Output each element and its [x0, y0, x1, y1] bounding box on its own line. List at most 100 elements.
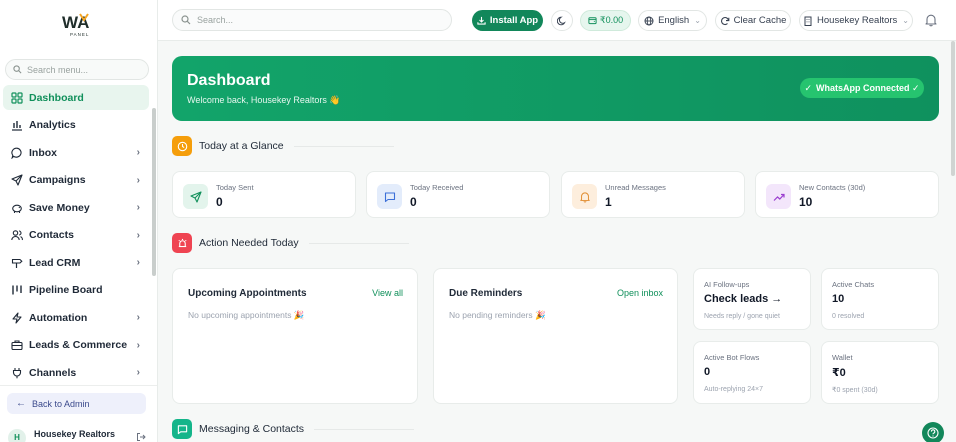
send-icon	[183, 184, 208, 209]
download-icon	[477, 16, 486, 25]
main-scrollbar[interactable]	[951, 41, 955, 176]
sidebar-item-inbox[interactable]: Inbox ›	[3, 140, 149, 165]
page-title: Dashboard	[187, 72, 271, 89]
ai-follow-ups-card[interactable]: AI Follow-ups Check leads → Needs reply …	[693, 268, 811, 330]
sidebar-item-dashboard[interactable]: Dashboard	[3, 85, 149, 110]
bell-icon[interactable]	[924, 13, 938, 27]
chevron-down-icon: ⌄	[694, 16, 701, 25]
top-bar: Search... Install App ₹0.00 English ⌄ Cl…	[158, 0, 956, 41]
sidebar-nav: Dashboard Analytics Inbox › Campaigns › …	[3, 85, 149, 388]
user-name: Housekey Realtors	[34, 429, 116, 439]
sidebar-item-label: Channels	[29, 366, 77, 379]
back-to-admin-button[interactable]: ← Back to Admin	[7, 393, 146, 414]
sidebar-item-channels[interactable]: Channels ›	[3, 360, 149, 385]
section-divider	[314, 428, 415, 430]
chevron-right-icon: ›	[136, 367, 140, 378]
empty-state-text: No pending reminders 🎉	[449, 310, 546, 320]
bell-icon	[572, 184, 597, 209]
organization-select[interactable]: Housekey Realtors ⌄	[799, 10, 913, 31]
organization-name: Housekey Realtors	[817, 15, 898, 26]
stat-value: 0	[410, 195, 417, 209]
chevron-right-icon: ›	[136, 202, 140, 213]
back-to-admin-label: Back to Admin	[32, 398, 90, 409]
sidebar-item-contacts[interactable]: Contacts ›	[3, 223, 149, 248]
sidebar-item-leads-commerce[interactable]: Leads & Commerce ›	[3, 333, 149, 358]
sidebar-item-label: Leads & Commerce	[29, 339, 128, 351]
active-bot-flows-card[interactable]: Active Bot Flows 0 Auto-replying 24×7	[693, 341, 811, 404]
section-title: Action Needed Today	[199, 237, 299, 249]
kanban-icon	[11, 284, 23, 296]
building-icon	[803, 16, 813, 26]
stat-card-new-contacts[interactable]: New Contacts (30d) 10	[755, 171, 939, 218]
section-today-at-a-glance: Today at a Glance	[172, 136, 939, 156]
sidebar-item-label: Lead CRM	[29, 256, 81, 269]
global-search-input[interactable]: Search...	[172, 9, 452, 31]
sidebar-item-label: Dashboard	[29, 91, 84, 104]
install-app-button[interactable]: Install App	[472, 10, 543, 31]
help-button[interactable]	[922, 422, 944, 442]
panel-title: Upcoming Appointments	[188, 288, 307, 299]
whatsapp-status-label: WhatsApp Connected ✓	[816, 82, 920, 93]
logout-icon[interactable]	[136, 432, 146, 442]
stat-value: 0	[216, 195, 223, 209]
sidebar-item-pipeline-board[interactable]: Pipeline Board	[3, 278, 149, 303]
card-subtext: 0 resolved	[832, 313, 865, 320]
theme-toggle-button[interactable]	[551, 10, 573, 31]
card-value: ₹0	[832, 367, 846, 379]
section-title: Today at a Glance	[199, 140, 284, 152]
chevron-right-icon: ›	[136, 312, 140, 323]
users-icon	[11, 229, 23, 241]
message-square-icon	[377, 184, 402, 209]
empty-state-text: No upcoming appointments 🎉	[188, 310, 305, 320]
plug-icon	[11, 367, 23, 379]
chevron-right-icon: ›	[136, 257, 140, 268]
briefcase-icon	[11, 339, 23, 351]
stat-card-today-sent[interactable]: Today Sent 0	[172, 171, 356, 218]
stat-label: Today Sent	[216, 183, 254, 192]
refresh-icon	[720, 16, 730, 26]
alarm-icon	[172, 233, 192, 253]
user-profile[interactable]: H Housekey Realtors	[8, 426, 150, 442]
sidebar-item-lead-crm[interactable]: Lead CRM ›	[3, 250, 149, 275]
wallet-icon	[588, 16, 597, 25]
sidebar-item-automation[interactable]: Automation ›	[3, 305, 149, 330]
chevron-right-icon: ›	[136, 229, 140, 241]
active-chats-card[interactable]: Active Chats 10 0 resolved	[821, 268, 939, 330]
avatar: H	[8, 429, 26, 442]
stat-card-unread-messages[interactable]: Unread Messages 1	[561, 171, 745, 218]
stat-card-today-received[interactable]: Today Received 0	[366, 171, 550, 218]
clear-cache-label: Clear Cache	[733, 15, 787, 26]
stat-label: Today Received	[410, 183, 464, 192]
card-subtext: Auto-replying 24×7	[704, 386, 763, 393]
menu-search-input[interactable]: Search menu...	[5, 59, 149, 80]
wallet-card[interactable]: Wallet ₹0 ₹0 spent (30d)	[821, 341, 939, 404]
stat-value: 10	[799, 195, 813, 209]
sidebar-item-label: Analytics	[29, 119, 76, 131]
chevron-right-icon: ›	[136, 339, 140, 351]
section-action-needed-today: Action Needed Today	[172, 233, 939, 253]
sidebar-divider	[0, 385, 157, 386]
wallet-balance: ₹0.00	[599, 15, 624, 25]
sidebar-scrollbar[interactable]	[152, 108, 156, 276]
section-divider	[293, 145, 394, 147]
language-value: English	[658, 15, 690, 26]
sidebar-item-save-money[interactable]: Save Money ›	[3, 195, 149, 220]
upcoming-appointments-panel: Upcoming Appointments View all No upcomi…	[172, 268, 418, 404]
stat-label: New Contacts (30d)	[799, 183, 866, 192]
grid-icon	[11, 91, 23, 104]
language-select[interactable]: English ⌄	[638, 10, 707, 31]
open-inbox-link[interactable]: Open inbox	[617, 288, 663, 298]
signpost-icon	[11, 257, 23, 269]
clear-cache-button[interactable]: Clear Cache	[715, 10, 791, 31]
card-label: Active Chats	[832, 280, 875, 289]
wallet-balance-button[interactable]: ₹0.00	[580, 10, 631, 31]
sidebar-item-campaigns[interactable]: Campaigns ›	[3, 168, 149, 193]
app-logo[interactable]: WA PANEL	[58, 10, 98, 38]
sidebar-item-label: Inbox	[29, 146, 57, 159]
sidebar-item-analytics[interactable]: Analytics	[3, 113, 149, 138]
wa-logo-icon: WA PANEL	[62, 13, 89, 37]
card-subtext: Needs reply / gone quiet	[704, 313, 780, 320]
sidebar-item-label: Automation	[29, 311, 88, 324]
view-all-link[interactable]: View all	[372, 288, 403, 298]
send-icon	[11, 174, 23, 186]
